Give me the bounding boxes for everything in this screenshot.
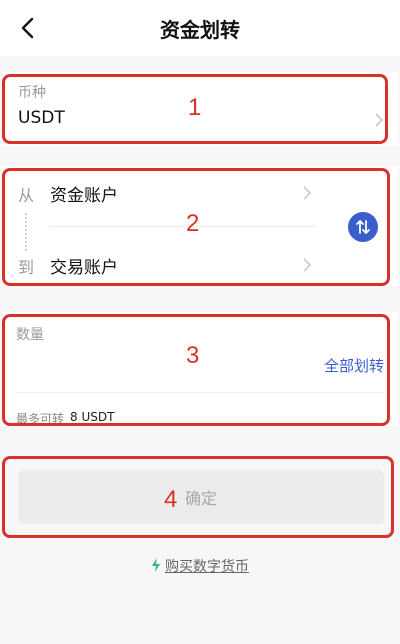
buy-crypto-link[interactable]: 购买数字货币 (0, 556, 400, 576)
bolt-icon (151, 557, 161, 576)
annotation-number-4: 4 (164, 486, 178, 513)
header-bar: 资金划转 (0, 0, 400, 56)
page-title: 资金划转 (160, 18, 240, 42)
annotation-box-4 (2, 456, 394, 538)
annotation-box-3 (2, 314, 390, 426)
buy-crypto-label: 购买数字货币 (165, 559, 249, 575)
annotation-number-3: 3 (186, 342, 200, 369)
annotation-number-1: 1 (188, 94, 202, 121)
annotation-number-2: 2 (186, 210, 200, 237)
